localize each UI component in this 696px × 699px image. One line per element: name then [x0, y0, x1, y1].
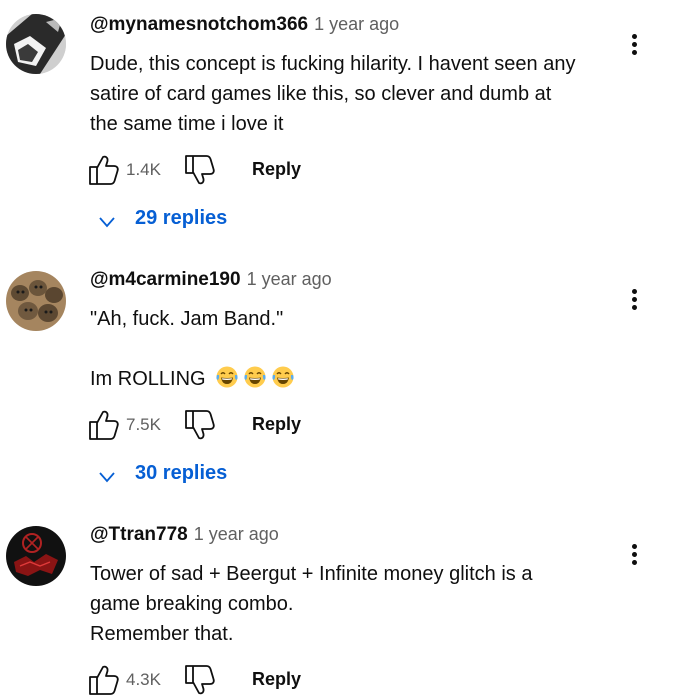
like-count: 7.5K [126, 415, 161, 434]
like-icon[interactable] [86, 153, 120, 187]
comment-line: game breaking combo. [90, 593, 294, 615]
replies-label: 29 replies [135, 207, 228, 229]
replies-label: 30 replies [135, 462, 228, 484]
comment-header: @Ttran778 1 year ago [90, 524, 279, 546]
comment-actions: 4.3K Reply [86, 663, 486, 699]
comment-line: Im ROLLING [90, 364, 610, 394]
more-actions-icon[interactable] [624, 538, 644, 572]
more-actions-icon[interactable] [624, 28, 644, 62]
comment-time[interactable]: 1 year ago [194, 524, 279, 544]
like-icon[interactable] [86, 663, 120, 697]
reply-button[interactable]: Reply [252, 414, 301, 435]
face-with-tears-of-joy-icon [271, 365, 295, 389]
comment-line: Dude, this concept is fucking hilarity. … [90, 53, 576, 75]
comment-text: "Ah, fuck. Jam Band." Im ROLLING [90, 304, 610, 394]
more-actions-icon[interactable] [624, 283, 644, 317]
comment-line: "Ah, fuck. Jam Band." [90, 308, 284, 330]
reply-button[interactable]: Reply [252, 669, 301, 690]
author-handle[interactable]: @mynamesnotchom366 [90, 14, 308, 35]
comment-time[interactable]: 1 year ago [247, 269, 332, 289]
view-replies-button[interactable]: 29 replies [94, 207, 294, 237]
chevron-down-icon [99, 217, 115, 228]
like-count: 1.4K [126, 160, 161, 179]
comment-line: Remember that. [90, 623, 234, 645]
comment-line: Tower of sad + Beergut + Infinite money … [90, 563, 533, 585]
reply-button[interactable]: Reply [252, 159, 301, 180]
comment-text: Dude, this concept is fucking hilarity. … [90, 49, 610, 139]
comment-header: @m4carmine190 1 year ago [90, 269, 332, 291]
avatar[interactable] [6, 526, 66, 586]
face-with-tears-of-joy-icon [215, 365, 239, 389]
face-with-tears-of-joy-icon [243, 365, 267, 389]
comment-actions: 7.5K Reply [86, 408, 486, 444]
like-icon[interactable] [86, 408, 120, 442]
comment-header: @mynamesnotchom366 1 year ago [90, 14, 399, 36]
like-count: 4.3K [126, 670, 161, 689]
avatar[interactable] [6, 271, 66, 331]
comment-text: Tower of sad + Beergut + Infinite money … [90, 559, 610, 649]
comment-line: satire of card games like this, so cleve… [90, 83, 552, 105]
comment-actions: 1.4K Reply [86, 153, 486, 189]
view-replies-button[interactable]: 30 replies [94, 462, 294, 492]
author-handle[interactable]: @m4carmine190 [90, 269, 241, 290]
author-handle[interactable]: @Ttran778 [90, 524, 188, 545]
comment-line-text: Im ROLLING [90, 368, 206, 390]
dislike-icon[interactable] [182, 408, 216, 442]
dislike-icon[interactable] [182, 153, 216, 187]
chevron-down-icon [99, 472, 115, 483]
comment-line: the same time i love it [90, 113, 284, 135]
avatar[interactable] [6, 14, 66, 74]
comment-time[interactable]: 1 year ago [314, 14, 399, 34]
dislike-icon[interactable] [182, 663, 216, 697]
